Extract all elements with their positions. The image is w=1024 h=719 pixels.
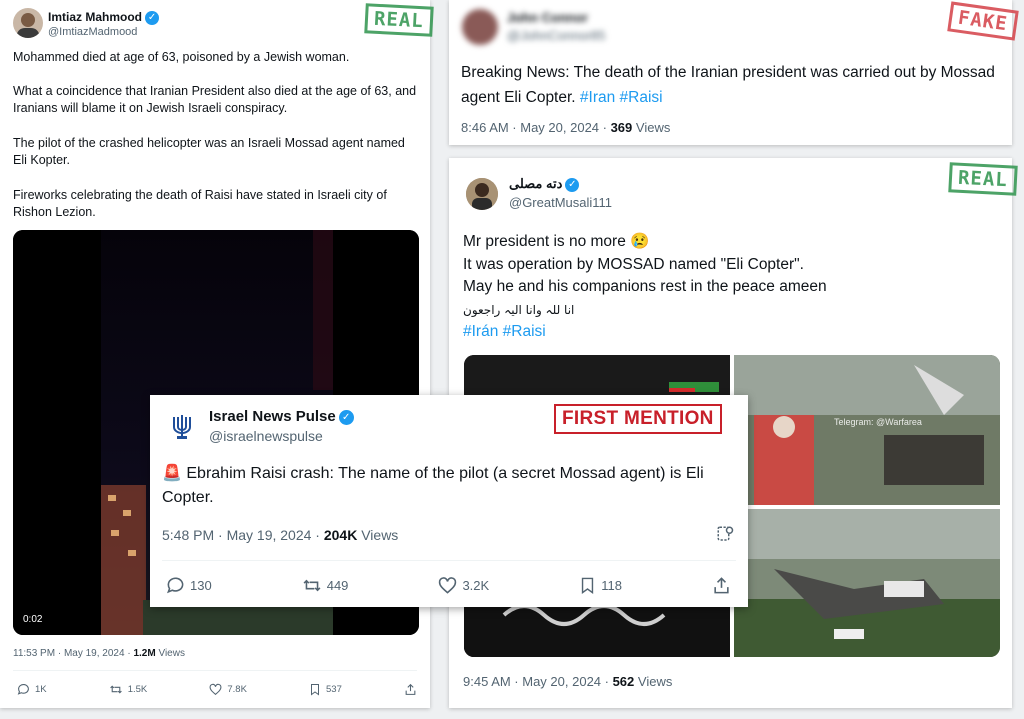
views-label: Views bbox=[155, 648, 185, 659]
retweet-icon bbox=[109, 685, 122, 694]
tweet-paragraph: Mohammed died at age of 63, poisoned by … bbox=[13, 50, 350, 64]
author-name[interactable]: Imtiaz Mahmood bbox=[48, 10, 142, 24]
tweet-meta: 9:45 AM · May 20, 2024 · 562 Views bbox=[463, 674, 672, 689]
share-button[interactable] bbox=[404, 683, 417, 696]
views-count: 204K bbox=[323, 527, 358, 543]
avatar[interactable] bbox=[466, 178, 498, 210]
reply-button[interactable]: 1K bbox=[17, 683, 47, 696]
grok-button[interactable] bbox=[716, 525, 734, 548]
verified-badge-icon: ✓ bbox=[145, 10, 160, 25]
tweet-meta: 5:48 PM · May 19, 2024 · 204K Views bbox=[162, 527, 398, 543]
like-button[interactable]: 3.2K bbox=[438, 576, 489, 595]
avatar-photo bbox=[466, 178, 498, 210]
tweet-body: Breaking News: The death of the Iranian … bbox=[461, 64, 995, 106]
hashtag-link[interactable]: #Iran #Raisi bbox=[580, 89, 663, 106]
tweet-card-fake: John Connor @JohnConnor85 FAKE Breaking … bbox=[449, 0, 1019, 145]
action-bar: 1K 1.5K 7.8K 537 bbox=[17, 683, 417, 696]
author-handle[interactable]: @JohnConnor85 bbox=[507, 28, 605, 43]
grok-icon bbox=[717, 526, 734, 541]
tweet-text: Breaking News: The death of the Iranian … bbox=[461, 60, 996, 110]
author-block: Israel News Pulse ✓ @israelnewspulse bbox=[209, 408, 354, 444]
divider bbox=[13, 670, 417, 671]
bookmark-button[interactable]: 118 bbox=[579, 576, 622, 595]
real-stamp: REAL bbox=[948, 162, 1018, 196]
author-handle[interactable]: @GreatMusali111 bbox=[509, 195, 612, 210]
reply-icon bbox=[17, 684, 29, 695]
tweet-line: It was operation by MOSSAD named "Eli Co… bbox=[463, 255, 804, 273]
bookmark-icon bbox=[311, 684, 319, 696]
tweet-paragraph: The pilot of the crashed helicopter was … bbox=[13, 136, 405, 167]
tweet-meta: 11:53 PM · May 19, 2024 · 1.2M Views bbox=[13, 648, 185, 659]
tweet-paragraph: What a coincidence that Iranian Presiden… bbox=[13, 84, 417, 115]
image-content bbox=[734, 355, 1000, 505]
tweet-line: Mr president is no more 😢 bbox=[463, 233, 650, 250]
media-image-crash-site[interactable]: Telegram: @Warfarea bbox=[734, 355, 1000, 505]
like-count: 7.8K bbox=[227, 684, 247, 695]
avatar[interactable] bbox=[13, 8, 43, 38]
share-button[interactable] bbox=[712, 576, 731, 595]
like-icon bbox=[209, 683, 222, 696]
views-label: Views bbox=[632, 120, 671, 135]
tweet-text: 🚨 Ebrahim Raisi crash: The name of the p… bbox=[162, 465, 704, 506]
author-name[interactable]: دته مصلی bbox=[509, 176, 562, 191]
reply-count: 130 bbox=[190, 578, 212, 593]
retweet-icon bbox=[303, 579, 321, 592]
hashtag-link[interactable]: #Irán #Raisi bbox=[463, 321, 827, 344]
action-bar: 130 449 3.2K 118 bbox=[166, 576, 731, 595]
timestamp[interactable]: 9:45 AM · May 20, 2024 · bbox=[463, 674, 613, 689]
author-handle[interactable]: @ImtiazMadmood bbox=[48, 26, 159, 38]
first-mention-stamp: FIRST MENTION bbox=[554, 404, 722, 434]
avatar[interactable] bbox=[164, 409, 200, 445]
author-block: دته مصلی ✓ @GreatMusali111 bbox=[509, 176, 612, 210]
views-label: Views bbox=[634, 674, 673, 689]
tweet-paragraph: Fireworks celebrating the death of Raisi… bbox=[13, 188, 387, 219]
retweet-count: 449 bbox=[326, 578, 349, 593]
real-stamp: REAL bbox=[364, 3, 434, 37]
author-name[interactable]: John Connor bbox=[507, 10, 588, 25]
fake-stamp: FAKE bbox=[947, 1, 1019, 41]
author-handle[interactable]: @israelnewspulse bbox=[209, 428, 354, 444]
views-count: 369 bbox=[610, 120, 633, 135]
views-count: 562 bbox=[612, 674, 635, 689]
timestamp[interactable]: 5:48 PM · May 19, 2024 · bbox=[162, 527, 324, 543]
verified-badge-icon: ✓ bbox=[338, 409, 354, 425]
avatar-photo bbox=[17, 13, 39, 38]
author-block: Imtiaz Mahmood ✓ @ImtiazMadmood bbox=[48, 10, 160, 38]
tweet-meta: 8:46 AM · May 20, 2024 · 369 Views bbox=[461, 120, 670, 135]
share-icon bbox=[405, 683, 416, 695]
image-content bbox=[734, 509, 1000, 657]
like-icon bbox=[439, 577, 457, 594]
tweet-card-israel-news-pulse: Israel News Pulse ✓ @israelnewspulse FIRS… bbox=[150, 395, 748, 607]
views-count: 1.2M bbox=[133, 648, 156, 659]
bookmark-button[interactable]: 537 bbox=[309, 683, 342, 696]
tweet-line: May he and his companions rest in the pe… bbox=[463, 278, 827, 295]
video-duration: 0:02 bbox=[23, 614, 43, 625]
retweet-button[interactable]: 449 bbox=[302, 576, 349, 595]
bookmark-count: 118 bbox=[601, 578, 622, 593]
menorah-emblem-icon bbox=[165, 410, 199, 444]
retweet-button[interactable]: 1.5K bbox=[109, 683, 148, 696]
tweet-text: Mr president is no more 😢 It was operati… bbox=[463, 231, 827, 344]
reply-button[interactable]: 130 bbox=[166, 576, 212, 595]
image-watermark: Telegram: @Warfarea bbox=[834, 417, 922, 427]
verified-badge-icon: ✓ bbox=[565, 177, 580, 192]
retweet-count: 1.5K bbox=[127, 684, 148, 695]
timestamp[interactable]: 11:53 PM · May 19, 2024 · bbox=[13, 648, 133, 659]
bookmark-count: 537 bbox=[326, 684, 342, 695]
reply-icon bbox=[167, 577, 184, 594]
author-name[interactable]: Israel News Pulse bbox=[209, 408, 336, 425]
like-count: 3.2K bbox=[462, 578, 490, 593]
timestamp[interactable]: 8:46 AM · May 20, 2024 · bbox=[461, 120, 611, 135]
reply-count: 1K bbox=[35, 684, 47, 695]
views-label: Views bbox=[357, 527, 399, 543]
share-icon bbox=[714, 577, 729, 594]
author-block: John Connor @JohnConnor85 bbox=[507, 10, 605, 43]
media-image-wreckage[interactable] bbox=[734, 509, 1000, 657]
divider bbox=[162, 560, 736, 561]
avatar[interactable] bbox=[462, 9, 498, 45]
like-button[interactable]: 7.8K bbox=[209, 683, 247, 696]
tweet-line-urdu: انا للہ وانا الیہ راجعون bbox=[463, 302, 575, 317]
bookmark-icon bbox=[582, 577, 594, 594]
